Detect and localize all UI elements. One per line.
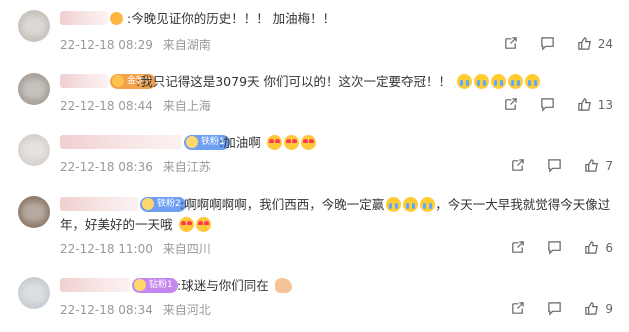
username-wrap: 钻粉1 xyxy=(60,275,178,295)
comment-actions: 6 xyxy=(488,240,613,255)
flexed-biceps-emoji-icon xyxy=(274,278,292,293)
comment-text: :我只记得这是3079天 你们可以的！这次一定要夺冠！！ xyxy=(136,73,540,91)
comment-icon xyxy=(548,159,562,173)
thumbs-up-icon xyxy=(577,37,591,50)
heart-eyes-emoji-icon xyxy=(300,135,316,150)
thumbs-up-icon xyxy=(577,98,591,111)
comment-location: 来自上海 xyxy=(162,99,211,113)
comment-meta: 22-12-18 08:29 来自湖南 xyxy=(60,36,211,53)
share-button[interactable] xyxy=(510,240,525,255)
avatar[interactable] xyxy=(18,134,50,166)
crying-emoji-icon xyxy=(490,74,506,89)
like-button[interactable]: 7 xyxy=(584,158,613,173)
crown-icon xyxy=(142,198,154,210)
comment-text: :球迷与你们同在 xyxy=(177,277,292,295)
like-count: 24 xyxy=(597,36,613,51)
comment-actions: 24 xyxy=(481,36,613,51)
reply-button[interactable] xyxy=(540,97,555,112)
comment-location: 来自湖南 xyxy=(162,38,211,52)
username[interactable] xyxy=(60,11,108,25)
username[interactable] xyxy=(60,278,130,292)
comment-time: 22-12-18 08:29 xyxy=(60,38,153,52)
comment-time: 22-12-18 08:44 xyxy=(60,99,153,113)
comment-time: 22-12-18 11:00 xyxy=(60,242,153,256)
heart-eyes-emoji-icon xyxy=(195,217,211,232)
crying-emoji-icon xyxy=(403,197,419,212)
comment-actions: 13 xyxy=(481,97,613,112)
share-icon xyxy=(504,98,517,110)
comment-meta: 22-12-18 11:00 来自四川 xyxy=(60,240,211,257)
reply-button[interactable] xyxy=(540,36,555,51)
comment-text-line2: 年，好美好的一天哦 xyxy=(60,216,211,234)
reply-button[interactable] xyxy=(547,240,562,255)
comment-icon xyxy=(540,37,554,51)
share-button[interactable] xyxy=(510,158,525,173)
avatar[interactable] xyxy=(18,73,50,105)
comment-actions: 9 xyxy=(488,301,613,316)
fan-badge: 钻粉1 xyxy=(132,277,178,293)
share-icon xyxy=(512,302,525,314)
fan-badge: 铁粉2 xyxy=(140,196,186,212)
like-count: 13 xyxy=(597,97,613,112)
crown-icon xyxy=(134,279,146,291)
comment-text: :加油啊 xyxy=(219,134,316,152)
comment-time: 22-12-18 08:34 xyxy=(60,303,153,317)
crying-emoji-icon xyxy=(507,74,523,89)
vip-crown-icon xyxy=(110,11,123,25)
comment-location: 来自河北 xyxy=(162,303,211,317)
heart-eyes-emoji-icon xyxy=(283,135,299,150)
avatar[interactable] xyxy=(18,196,50,228)
comment-icon xyxy=(540,98,554,112)
comment-actions: 7 xyxy=(488,158,613,173)
comment-text: :啊啊啊啊啊，我们西西，今晚一定赢 ，今天一大早我就觉得今天像过 xyxy=(180,197,611,212)
share-icon xyxy=(512,159,525,171)
crying-emoji-icon xyxy=(473,74,489,89)
comment-text: :今晚见证你的历史！！！ 加油梅！！ xyxy=(127,11,336,26)
crown-icon xyxy=(112,75,124,87)
heart-eyes-emoji-icon xyxy=(266,135,282,150)
comment-icon xyxy=(548,302,562,316)
comment-location: 来自四川 xyxy=(162,242,211,256)
like-count: 9 xyxy=(605,301,613,316)
reply-button[interactable] xyxy=(547,158,562,173)
username-wrap xyxy=(60,8,123,28)
crying-emoji-icon xyxy=(524,74,540,89)
share-icon xyxy=(512,241,525,253)
thumbs-up-icon xyxy=(585,302,599,315)
crown-icon xyxy=(186,136,198,148)
thumbs-up-icon xyxy=(585,159,599,172)
crying-emoji-icon xyxy=(420,197,436,212)
username-wrap: 铁粉2 xyxy=(60,194,186,214)
share-button[interactable] xyxy=(510,301,525,316)
crying-emoji-icon xyxy=(456,74,472,89)
thumbs-up-icon xyxy=(585,241,599,254)
share-button[interactable] xyxy=(503,97,518,112)
share-button[interactable] xyxy=(503,36,518,51)
avatar[interactable] xyxy=(18,277,50,309)
comment-time: 22-12-18 08:36 xyxy=(60,160,153,174)
like-button[interactable]: 13 xyxy=(577,97,613,112)
comment-meta: 22-12-18 08:36 来自江苏 xyxy=(60,158,211,175)
like-button[interactable]: 6 xyxy=(584,240,613,255)
comment-meta: 22-12-18 08:44 来自上海 xyxy=(60,97,211,114)
username-wrap: 铁粉1 xyxy=(60,132,230,152)
username[interactable] xyxy=(60,74,108,88)
like-button[interactable]: 24 xyxy=(577,36,613,51)
comment-icon xyxy=(548,241,562,255)
avatar[interactable] xyxy=(18,10,50,42)
username[interactable] xyxy=(60,197,138,211)
share-icon xyxy=(504,37,517,49)
crying-emoji-icon xyxy=(386,197,402,212)
like-count: 6 xyxy=(605,240,613,255)
heart-eyes-emoji-icon xyxy=(178,217,194,232)
comment-meta: 22-12-18 08:34 来自河北 xyxy=(60,301,211,318)
comment-location: 来自江苏 xyxy=(162,160,211,174)
reply-button[interactable] xyxy=(547,301,562,316)
username[interactable] xyxy=(60,135,182,149)
like-button[interactable]: 9 xyxy=(584,301,613,316)
like-count: 7 xyxy=(605,158,613,173)
